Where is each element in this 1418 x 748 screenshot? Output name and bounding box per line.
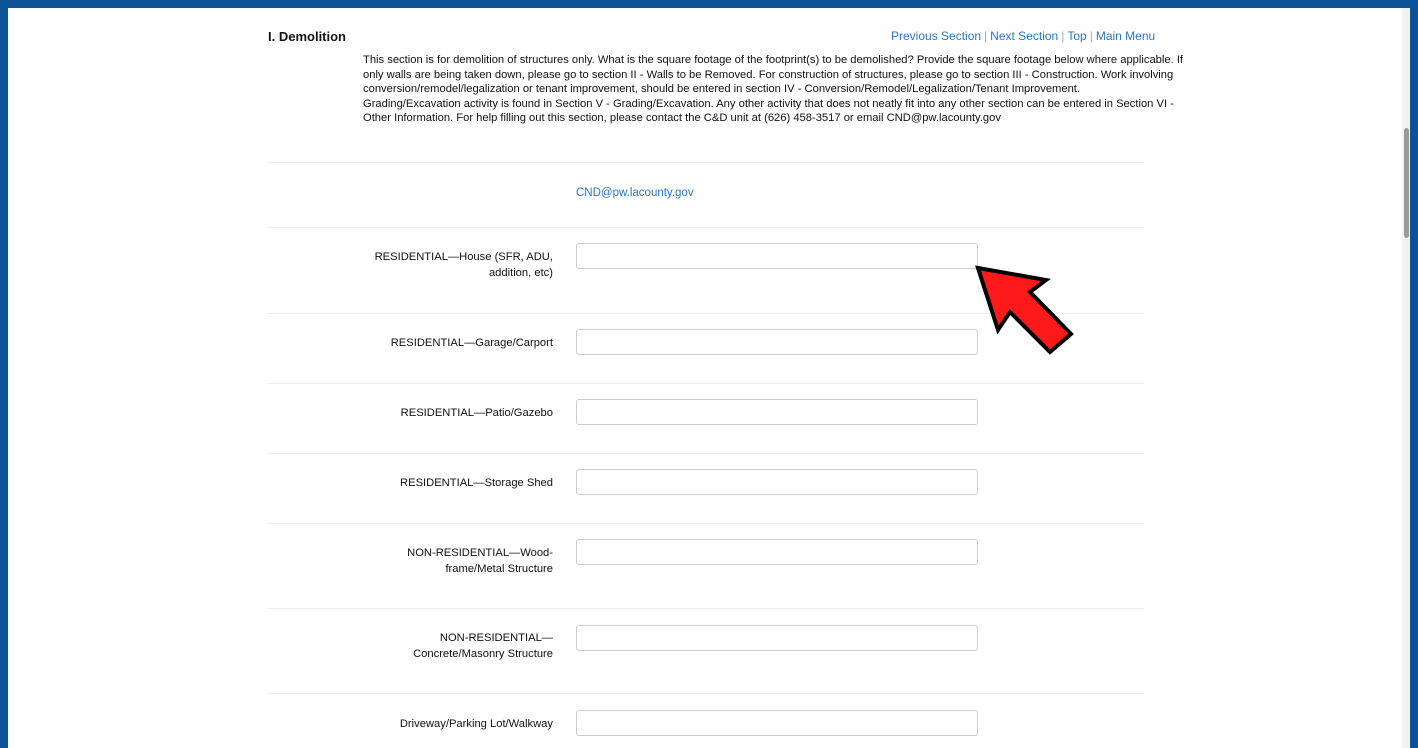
driveway-input[interactable] bbox=[576, 710, 978, 736]
vertical-scrollbar[interactable] bbox=[1402, 8, 1410, 748]
top-link[interactable]: Top bbox=[1067, 29, 1086, 43]
field-label-line: Driveway/Parking Lot/Walkway bbox=[399, 718, 553, 730]
page-frame: I. Demolition Previous Section | Next Sect… bbox=[8, 8, 1410, 748]
section-intro: This section is for demolition of struct… bbox=[363, 53, 1193, 126]
field-label-line: NON-RESIDENTIAL—Wood- bbox=[407, 547, 553, 559]
email-link[interactable]: CND@pw.lacounty.gov bbox=[576, 187, 694, 199]
field-label-driveway: Driveway/Parking Lot/Walkway bbox=[358, 716, 553, 732]
intro-line: only walls are being taken down, please … bbox=[363, 68, 1174, 81]
nav-separator: | bbox=[984, 29, 988, 43]
intro-line: Other Information. For help filling out … bbox=[363, 112, 1001, 124]
divider bbox=[268, 227, 1144, 228]
field-label-line: RESIDENTIAL—Patio/Gazebo bbox=[400, 407, 553, 419]
section-title: I. Demolition bbox=[268, 29, 346, 44]
intro-line: conversion/remodel/legalization or tenan… bbox=[363, 83, 1081, 95]
field-label-residential-shed: RESIDENTIAL—Storage Shed bbox=[358, 475, 553, 491]
field-label-nonresidential-wood: NON-RESIDENTIAL—Wood- frame/Metal Struct… bbox=[358, 545, 553, 577]
section-nav: Previous Section | Next Section | Top | Main M… bbox=[891, 29, 1155, 43]
divider bbox=[268, 608, 1144, 609]
residential-garage-input[interactable] bbox=[576, 329, 978, 355]
divider bbox=[268, 693, 1144, 694]
field-label-line: addition, etc) bbox=[488, 267, 553, 279]
intro-line: This section is for demolition of struct… bbox=[363, 54, 1184, 66]
field-label-line: RESIDENTIAL—Garage/Carport bbox=[390, 337, 553, 349]
nonresidential-wood-input[interactable] bbox=[576, 539, 978, 565]
intro-line: Grading/Excavation activity is found in … bbox=[363, 97, 1174, 110]
nav-separator: | bbox=[1061, 29, 1065, 43]
field-label-residential-patio: RESIDENTIAL—Patio/Gazebo bbox=[358, 405, 553, 421]
field-label-line: frame/Metal Structure bbox=[445, 563, 553, 575]
field-label-line: Concrete/Masonry Structure bbox=[413, 648, 553, 660]
red-arrow-icon bbox=[975, 265, 1074, 355]
divider bbox=[268, 162, 1144, 163]
field-label-residential-garage: RESIDENTIAL—Garage/Carport bbox=[358, 335, 553, 351]
field-label-line: RESIDENTIAL—Storage Shed bbox=[400, 477, 553, 489]
field-label-residential-house: RESIDENTIAL—House (SFR, ADU, addition, e… bbox=[358, 249, 553, 281]
previous-section-link[interactable]: Previous Section bbox=[891, 29, 981, 43]
field-label-line: NON-RESIDENTIAL— bbox=[439, 632, 553, 644]
divider bbox=[268, 453, 1144, 454]
scrollbar-thumb[interactable] bbox=[1404, 128, 1409, 238]
field-label-nonresidential-concrete: NON-RESIDENTIAL— Concrete/Masonry Struct… bbox=[358, 630, 553, 662]
divider bbox=[268, 523, 1144, 524]
nonresidential-concrete-input[interactable] bbox=[576, 625, 978, 651]
residential-house-input[interactable] bbox=[576, 243, 978, 269]
nav-separator: | bbox=[1089, 29, 1093, 43]
residential-shed-input[interactable] bbox=[576, 469, 978, 495]
divider bbox=[268, 383, 1144, 384]
residential-patio-input[interactable] bbox=[576, 399, 978, 425]
field-label-line: RESIDENTIAL—House (SFR, ADU, bbox=[374, 251, 553, 263]
main-menu-link[interactable]: Main Menu bbox=[1096, 29, 1155, 43]
next-section-link[interactable]: Next Section bbox=[990, 29, 1058, 43]
